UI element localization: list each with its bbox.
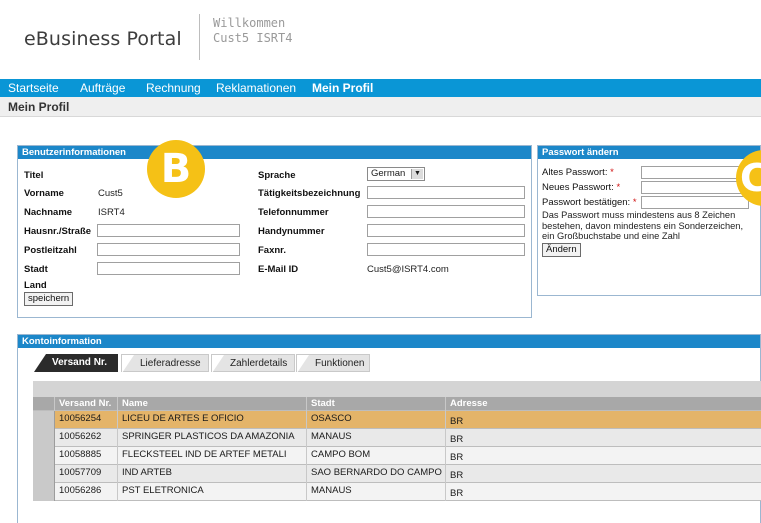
column-header-adresse[interactable]: Adresse bbox=[446, 397, 761, 411]
cell-versand-nr: 10056254 bbox=[55, 411, 118, 429]
cell-stadt: SAO BERNARDO DO CAMPO bbox=[307, 465, 446, 483]
row-selector[interactable] bbox=[33, 465, 55, 483]
table-row[interactable]: 10057709 IND ARTEB SAO BERNARDO DO CAMPO BR bbox=[33, 465, 761, 483]
cell-stadt: OSASCO bbox=[307, 411, 446, 429]
column-header-versand-nr[interactable]: Versand Nr. bbox=[55, 397, 118, 411]
telefon-input[interactable] bbox=[367, 205, 525, 218]
sprache-select[interactable]: German ▼ bbox=[367, 167, 425, 181]
welcome-text: Willkommen Cust5 ISRT4 bbox=[213, 16, 292, 46]
tab-zahlerdetails[interactable]: Zahlerdetails bbox=[211, 354, 295, 373]
header-divider bbox=[199, 14, 200, 60]
annotation-badge-c: C bbox=[736, 150, 761, 206]
taetigkeit-input[interactable] bbox=[367, 186, 525, 199]
welcome-user: Cust5 ISRT4 bbox=[213, 31, 293, 45]
table-row[interactable]: 10056286 PST ELETRONICA MANAUS BR bbox=[33, 483, 761, 501]
table-header-row: Versand Nr. Name Stadt Adresse bbox=[33, 397, 761, 411]
required-mark: * bbox=[610, 167, 614, 178]
tab-lieferadresse[interactable]: Lieferadresse bbox=[121, 354, 209, 373]
cell-stadt: CAMPO BOM bbox=[307, 447, 446, 465]
brand-logo-text: eBusiness Portal bbox=[24, 28, 182, 50]
nav-item-auftraege[interactable]: Aufträge bbox=[80, 81, 125, 95]
cell-name: IND ARTEB bbox=[118, 465, 307, 483]
email-label: E-Mail ID bbox=[258, 264, 299, 275]
handy-label: Handynummer bbox=[258, 226, 325, 237]
vorname-label: Vorname bbox=[24, 188, 64, 199]
hausnr-label: Hausnr./Straße bbox=[24, 226, 92, 237]
cell-versand-nr: 10057709 bbox=[55, 465, 118, 483]
cell-stadt: MANAUS bbox=[307, 429, 446, 447]
versand-table: Versand Nr. Name Stadt Adresse 10056254 L… bbox=[33, 381, 761, 501]
row-selector[interactable] bbox=[33, 483, 55, 501]
required-mark: * bbox=[616, 182, 621, 193]
main-nav: Startseite Aufträge Rechnung Reklamation… bbox=[0, 79, 761, 97]
passwort-hint: Das Passwort muss mindestens aus 8 Zeich… bbox=[542, 210, 744, 241]
table-toolbar bbox=[33, 381, 761, 397]
page-title: Mein Profil bbox=[8, 100, 70, 114]
cell-name: PST ELETRONICA bbox=[118, 483, 307, 501]
nachname-value: ISRT4 bbox=[98, 207, 125, 218]
table-row[interactable]: 10056262 SPRINGER PLASTICOS DA AMAZONIA MA… bbox=[33, 429, 761, 447]
nav-item-reklamationen[interactable]: Reklamationen bbox=[216, 81, 296, 95]
cell-name: FLECKSTEEL IND DE ARTEF METALI bbox=[118, 447, 307, 465]
welcome-greeting: Willkommen bbox=[213, 16, 286, 30]
change-password-button[interactable]: Ändern bbox=[542, 243, 581, 257]
cell-name: LICEU DE ARTES E OFICIO bbox=[118, 411, 307, 429]
passwort-panel-header: Passwort ändern bbox=[538, 146, 760, 159]
table-row[interactable]: 10058885 FLECKSTEEL IND DE ARTEF METALI CA… bbox=[33, 447, 761, 465]
cell-versand-nr: 10056262 bbox=[55, 429, 118, 447]
handy-input[interactable] bbox=[367, 224, 525, 237]
nav-item-startseite[interactable]: Startseite bbox=[8, 81, 59, 95]
chevron-down-icon[interactable]: ▼ bbox=[411, 169, 423, 179]
nav-item-rechnung[interactable]: Rechnung bbox=[146, 81, 201, 95]
save-button[interactable]: speichern bbox=[24, 292, 74, 306]
column-header-name[interactable]: Name bbox=[118, 397, 307, 411]
stadt-input[interactable] bbox=[97, 262, 240, 275]
taetigkeit-label: Tätigkeitsbezeichnung bbox=[258, 188, 361, 199]
tab-versand-nr[interactable]: Versand Nr. bbox=[34, 354, 118, 372]
nachname-label: Nachname bbox=[24, 207, 73, 218]
vorname-value: Cust5 bbox=[98, 188, 123, 199]
portal-header: eBusiness Portal Willkommen Cust5 ISRT4 bbox=[0, 0, 761, 78]
row-selector[interactable] bbox=[33, 447, 55, 465]
sprache-selected-value: German bbox=[371, 168, 406, 179]
column-header-stadt[interactable]: Stadt bbox=[307, 397, 446, 411]
cell-adresse: BR bbox=[450, 452, 464, 463]
cell-name: SPRINGER PLASTICOS DA AMAZONIA bbox=[118, 429, 307, 447]
row-selector[interactable] bbox=[33, 411, 55, 429]
postleitzahl-input[interactable] bbox=[97, 243, 240, 256]
fax-input[interactable] bbox=[367, 243, 525, 256]
cell-stadt: MANAUS bbox=[307, 483, 446, 501]
annotation-badge-b: B bbox=[147, 140, 205, 198]
cell-adresse: BR bbox=[450, 470, 464, 481]
hausnr-input[interactable] bbox=[97, 224, 240, 237]
fax-label: Faxnr. bbox=[258, 245, 286, 256]
required-mark: * bbox=[632, 197, 637, 208]
table-row[interactable]: 10056254 LICEU DE ARTES E OFICIO OSASCO BR bbox=[33, 411, 761, 429]
postleitzahl-label: Postleitzahl bbox=[24, 245, 77, 256]
tab-funktionen[interactable]: Funktionen bbox=[296, 354, 370, 373]
cell-versand-nr: 10056286 bbox=[55, 483, 118, 501]
nav-item-mein-profil[interactable]: Mein Profil bbox=[312, 81, 373, 95]
cell-adresse: BR bbox=[450, 416, 464, 427]
cell-adresse: BR bbox=[450, 488, 464, 499]
row-selector[interactable] bbox=[33, 429, 55, 447]
alt-passwort-label: Altes Passwort: * bbox=[542, 167, 614, 178]
benutzer-panel-header: Benutzerinformationen bbox=[18, 146, 531, 159]
titel-label: Titel bbox=[24, 170, 44, 181]
email-value: Cust5@ISRT4.com bbox=[367, 264, 449, 275]
bestaetigen-label: Passwort bestätigen: * bbox=[542, 197, 637, 208]
telefon-label: Telefonnummer bbox=[258, 207, 329, 218]
konto-panel-header: Kontoinformation bbox=[18, 335, 760, 348]
cell-adresse: BR bbox=[450, 434, 464, 445]
cell-versand-nr: 10058885 bbox=[55, 447, 118, 465]
stadt-label: Stadt bbox=[24, 264, 48, 275]
sprache-label: Sprache bbox=[258, 170, 296, 181]
page-title-bar bbox=[0, 97, 761, 117]
land-label: Land bbox=[24, 280, 47, 291]
neu-passwort-label: Neues Passwort: * bbox=[542, 182, 621, 193]
table-body: 10056254 LICEU DE ARTES E OFICIO OSASCO BR 1… bbox=[33, 411, 761, 501]
bestaetigen-input[interactable] bbox=[641, 196, 749, 209]
